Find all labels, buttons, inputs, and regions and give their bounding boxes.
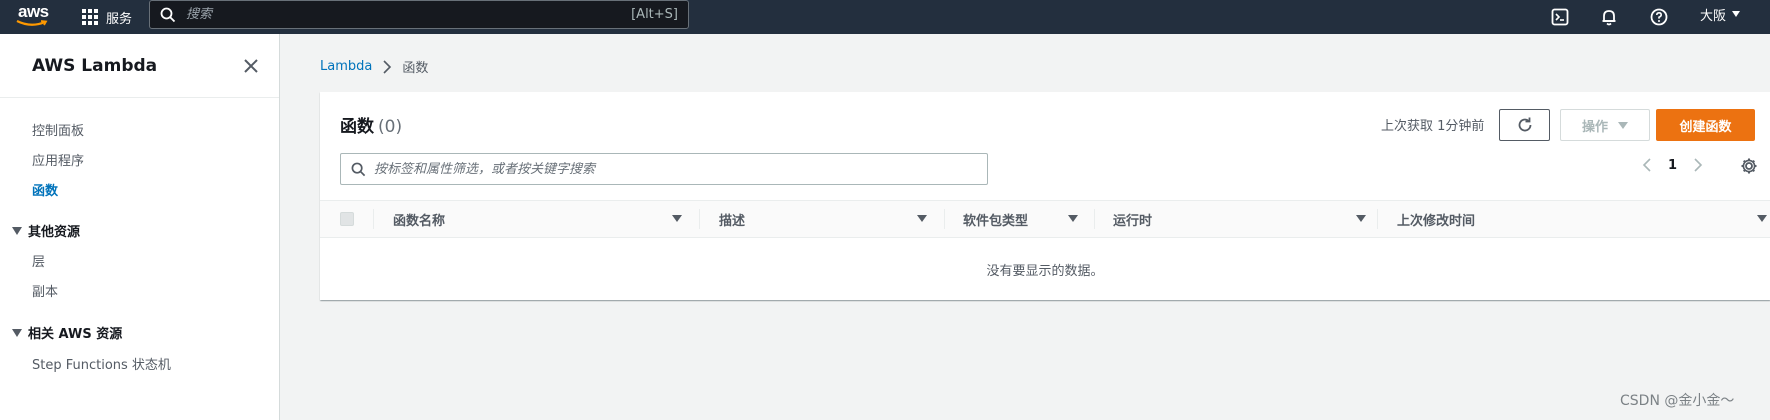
page-title: 函数 (0) bbox=[340, 112, 402, 137]
sort-icon[interactable] bbox=[672, 215, 682, 222]
actions-label: 操作 bbox=[1581, 119, 1608, 135]
region-label: 大阪 bbox=[1700, 8, 1727, 24]
empty-table-message: 没有要显示的数据。 bbox=[986, 263, 1104, 279]
actions-dropdown-button[interactable]: 操作 bbox=[1560, 109, 1650, 141]
section-title: 其他资源 bbox=[28, 225, 81, 240]
refresh-icon bbox=[1518, 117, 1531, 132]
table-header: 函数名称 描述 软件包类型 运行时 上次修改时间 bbox=[320, 200, 1770, 238]
side-navigation: AWS Lambda 控制面板 应用程序 函数 其他资源 层 副本 相关 AWS… bbox=[0, 34, 280, 420]
cloudshell-button[interactable] bbox=[1548, 5, 1572, 29]
sort-icon[interactable] bbox=[1757, 215, 1767, 222]
services-label: 服务 bbox=[106, 11, 133, 27]
breadcrumb-current: 函数 bbox=[402, 61, 429, 76]
sidebar-section-additional-resources[interactable]: 其他资源 bbox=[12, 221, 80, 240]
gear-icon bbox=[1741, 158, 1757, 174]
sidebar-title: AWS Lambda bbox=[32, 56, 158, 76]
caret-down-icon bbox=[1732, 11, 1741, 17]
sort-icon[interactable] bbox=[917, 215, 927, 222]
column-header-function-name[interactable]: 函数名称 bbox=[393, 201, 445, 237]
global-search-box[interactable]: [Alt+S] bbox=[149, 0, 689, 29]
chevron-right-icon[interactable] bbox=[1693, 157, 1703, 173]
sort-icon[interactable] bbox=[1356, 215, 1366, 222]
help-button[interactable] bbox=[1647, 5, 1671, 29]
close-icon bbox=[244, 59, 258, 73]
aws-logo-text: aws bbox=[18, 2, 49, 21]
sidebar-section-related-resources[interactable]: 相关 AWS 资源 bbox=[12, 323, 122, 342]
filter-box[interactable] bbox=[340, 153, 988, 185]
sidebar-item-layers[interactable]: 层 bbox=[32, 251, 45, 270]
sidebar-item-functions[interactable]: 函数 bbox=[32, 180, 58, 199]
sidebar-header: AWS Lambda bbox=[0, 34, 279, 98]
search-icon bbox=[351, 162, 366, 176]
caret-down-icon bbox=[12, 226, 22, 235]
select-all-checkbox[interactable] bbox=[340, 212, 354, 226]
notifications-button[interactable] bbox=[1597, 5, 1621, 29]
aws-logo[interactable]: aws bbox=[14, 2, 50, 32]
section-title: 相关 AWS 资源 bbox=[28, 327, 123, 342]
search-icon bbox=[160, 7, 176, 22]
functions-panel: 函数(0) 上次获取 1分钟前 操作 创建函数 1 bbox=[320, 92, 1770, 300]
create-function-button[interactable]: 创建函数 bbox=[1656, 109, 1755, 141]
last-fetched-text: 上次获取 1分钟前 bbox=[1381, 119, 1485, 134]
breadcrumb: Lambda 函数 bbox=[320, 57, 428, 76]
sidebar-item-step-functions[interactable]: Step Functions 状态机 bbox=[32, 354, 171, 373]
sidebar-item-applications[interactable]: 应用程序 bbox=[32, 150, 84, 169]
help-icon bbox=[1650, 8, 1668, 26]
search-shortcut-hint: [Alt+S] bbox=[631, 7, 678, 22]
region-selector[interactable]: 大阪 bbox=[1700, 0, 1741, 28]
pagination: 1 bbox=[1642, 157, 1703, 173]
top-navigation-bar: aws 服务 [Alt+S] bbox=[0, 0, 1770, 34]
column-header-last-modified[interactable]: 上次修改时间 bbox=[1397, 201, 1475, 237]
column-header-package-type[interactable]: 软件包类型 bbox=[963, 201, 1028, 237]
breadcrumb-lambda-link[interactable]: Lambda bbox=[320, 59, 372, 74]
bell-icon bbox=[1602, 10, 1616, 26]
caret-down-icon bbox=[12, 328, 22, 337]
chevron-right-icon bbox=[383, 59, 392, 74]
function-count: (0) bbox=[378, 117, 403, 137]
filter-input[interactable] bbox=[374, 161, 977, 177]
column-header-runtime[interactable]: 运行时 bbox=[1113, 201, 1152, 237]
watermark: CSDN @金小金～ bbox=[1620, 393, 1735, 409]
column-header-description[interactable]: 描述 bbox=[719, 201, 745, 237]
chevron-left-icon[interactable] bbox=[1642, 157, 1652, 173]
refresh-button[interactable] bbox=[1499, 109, 1550, 141]
page-number[interactable]: 1 bbox=[1668, 158, 1677, 173]
close-sidebar-button[interactable] bbox=[241, 56, 261, 76]
panel-title-text: 函数 bbox=[340, 117, 374, 137]
caret-down-icon bbox=[1618, 121, 1628, 129]
terminal-icon bbox=[1551, 8, 1569, 26]
grid-icon bbox=[82, 9, 98, 25]
services-menu-button[interactable]: 服务 bbox=[82, 0, 132, 34]
table-preferences-button[interactable] bbox=[1740, 157, 1760, 177]
sidebar-item-replicas[interactable]: 副本 bbox=[32, 281, 58, 300]
sidebar-item-dashboard[interactable]: 控制面板 bbox=[32, 120, 84, 139]
aws-smile-icon bbox=[16, 20, 48, 26]
sort-icon[interactable] bbox=[1068, 215, 1078, 222]
global-search-input[interactable] bbox=[186, 7, 632, 22]
